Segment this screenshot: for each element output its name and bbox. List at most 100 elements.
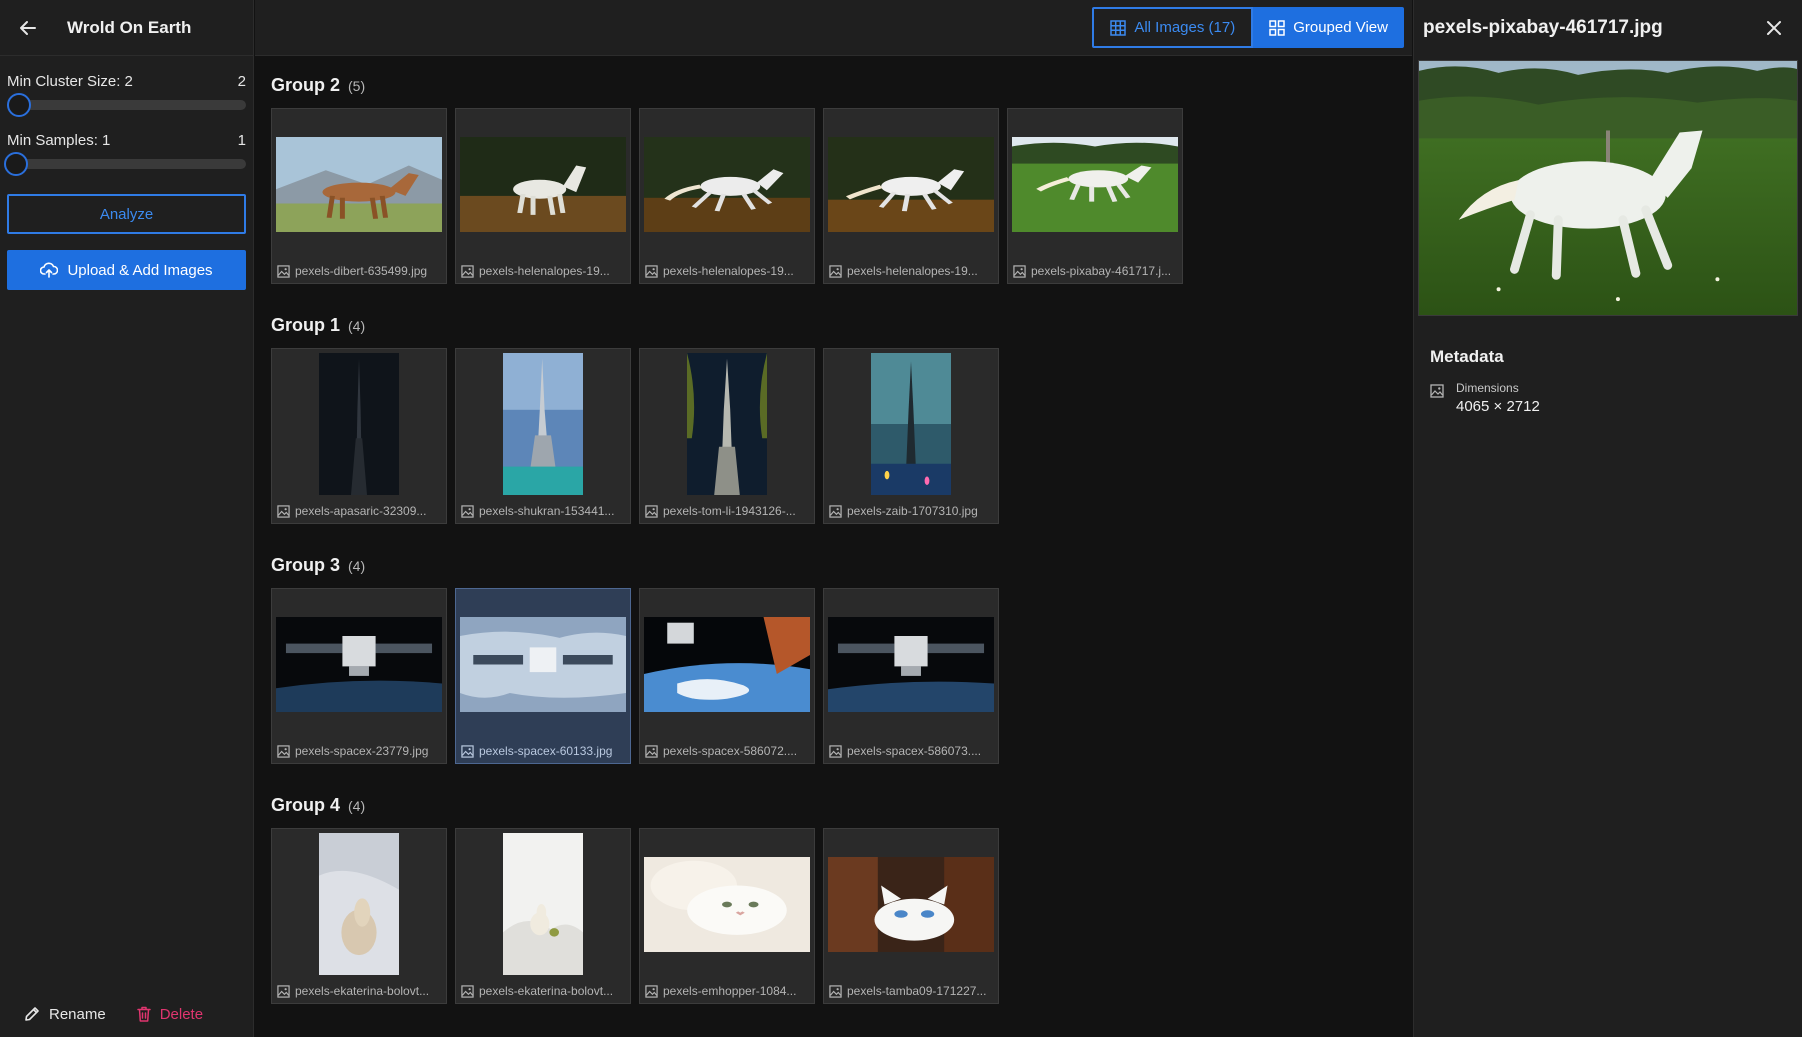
dimensions-label: Dimensions [1456, 381, 1519, 395]
image-group: Group 3 (4) pexels-spacex-23779.jpg pexel… [271, 555, 999, 764]
image-thumbnail [503, 353, 583, 495]
image-card[interactable]: pexels-helenalopes-19... [455, 108, 631, 284]
image-card[interactable]: pexels-spacex-23779.jpg [271, 588, 447, 764]
image-thumbnail-area [1012, 113, 1178, 255]
image-card[interactable]: pexels-emhopper-1084... [639, 828, 815, 1004]
image-thumbnail-area [460, 593, 626, 735]
sidebar-header: Wrold On Earth [0, 0, 253, 56]
image-card[interactable]: pexels-spacex-586073.... [823, 588, 999, 764]
group-title: Group 1 [271, 315, 341, 335]
metadata-heading: Metadata [1430, 347, 1504, 366]
image-card[interactable]: pexels-pixabay-461717.j... [1007, 108, 1183, 284]
min-cluster-size-thumb[interactable] [7, 93, 31, 117]
image-thumbnail [828, 136, 994, 232]
image-thumbnail [319, 353, 399, 495]
min-samples-value: 1 [237, 132, 246, 149]
back-button[interactable] [16, 16, 40, 40]
image-filename: pexels-dibert-635499.jpg [295, 264, 428, 278]
image-filename: pexels-tamba09-171227... [847, 984, 987, 998]
image-filename: pexels-shukran-153441... [479, 504, 615, 518]
close-button[interactable] [1762, 16, 1786, 40]
image-thumbnail-area [276, 113, 442, 255]
image-thumbnail [276, 136, 442, 232]
dimensions-value: 4065 × 2712 [1456, 398, 1540, 415]
min-cluster-size-slider[interactable] [7, 93, 246, 117]
image-filename: pexels-pixabay-461717.j... [1031, 264, 1172, 278]
group-image-cards: pexels-apasaric-32309... pexels-shukran-1… [271, 348, 999, 524]
image-filename: pexels-helenalopes-19... [479, 264, 610, 278]
analyze-button[interactable]: Analyze [7, 194, 246, 234]
image-card[interactable]: pexels-helenalopes-19... [823, 108, 999, 284]
min-cluster-size-label: Min Cluster Size: 2 [7, 73, 133, 90]
image-card[interactable]: pexels-zaib-1707310.jpg [823, 348, 999, 524]
image-card[interactable]: pexels-tamba09-171227... [823, 828, 999, 1004]
image-card[interactable]: pexels-shukran-153441... [455, 348, 631, 524]
group-image-cards: pexels-dibert-635499.jpg pexels-helenalop… [271, 108, 1183, 284]
pencil-icon [25, 1007, 39, 1021]
min-samples-control: Min Samples: 1 1 [0, 132, 253, 176]
image-card[interactable]: pexels-ekaterina-bolovt... [455, 828, 631, 1004]
image-filename: pexels-spacex-586072.... [663, 744, 798, 758]
image-card[interactable]: pexels-spacex-586072.... [639, 588, 815, 764]
image-thumbnail-area [828, 833, 994, 975]
image-caption: pexels-tamba09-171227... [829, 984, 994, 998]
group-image-cards: pexels-spacex-23779.jpg pexels-spacex-601… [271, 588, 999, 764]
image-card[interactable]: pexels-ekaterina-bolovt... [271, 828, 447, 1004]
group-title: Group 2 [271, 75, 341, 95]
image-icon [277, 264, 290, 278]
image-caption: pexels-pixabay-461717.j... [1013, 264, 1178, 278]
grouped-grid-icon [1269, 19, 1285, 36]
image-filename: pexels-ekaterina-bolovt... [479, 984, 614, 998]
min-samples-slider[interactable] [4, 152, 246, 176]
image-thumbnail [828, 856, 994, 952]
image-caption: pexels-zaib-1707310.jpg [829, 504, 994, 518]
image-card[interactable]: pexels-spacex-60133.jpg [455, 588, 631, 764]
min-cluster-size-value: 2 [237, 73, 246, 90]
group-count: (4) [348, 318, 366, 334]
image-caption: pexels-apasaric-32309... [277, 504, 442, 518]
image-caption: pexels-helenalopes-19... [645, 264, 810, 278]
upload-add-images-button[interactable]: Upload & Add Images [7, 250, 246, 290]
group-title: Group 3 [271, 555, 341, 575]
metadata-dimensions-row: Dimensions 4065 × 2712 [1430, 381, 1802, 415]
image-thumbnail [1012, 136, 1178, 232]
image-icon [277, 744, 290, 758]
image-icon [645, 744, 658, 758]
image-filename: pexels-apasaric-32309... [295, 504, 427, 518]
image-caption: pexels-tom-li-1943126-... [645, 504, 810, 518]
image-icon [277, 504, 290, 518]
grouped-images-area[interactable]: Group 2 (5) pexels-dibert-635499.jpg pexe… [255, 57, 1412, 1037]
image-thumbnail [687, 353, 767, 495]
image-thumbnail-area [644, 833, 810, 975]
all-images-button[interactable]: All Images (17) [1092, 7, 1254, 48]
rename-button[interactable]: Rename [23, 1005, 106, 1023]
image-icon [829, 984, 842, 998]
image-thumbnail [460, 136, 626, 232]
image-thumbnail [871, 353, 951, 495]
image-thumbnail-area [828, 113, 994, 255]
image-filename: pexels-spacex-586073.... [847, 744, 982, 758]
image-thumbnail-area [460, 353, 626, 495]
image-filename: pexels-emhopper-1084... [663, 984, 797, 998]
image-thumbnail [319, 833, 399, 975]
image-filename: pexels-tom-li-1943126-... [663, 504, 796, 518]
upload-add-images-label: Upload & Add Images [67, 261, 213, 279]
image-card[interactable]: pexels-tom-li-1943126-... [639, 348, 815, 524]
image-icon [829, 504, 842, 518]
delete-button[interactable]: Delete [136, 1005, 203, 1023]
image-group: Group 4 (4) pexels-ekaterina-bolovt... pe… [271, 795, 999, 1004]
arrow-left-icon [20, 20, 36, 35]
image-card[interactable]: pexels-dibert-635499.jpg [271, 108, 447, 284]
image-icon [1013, 264, 1026, 278]
image-thumbnail-area [276, 593, 442, 735]
grouped-view-button[interactable]: Grouped View [1253, 7, 1404, 48]
min-samples-thumb[interactable] [4, 152, 28, 176]
image-card[interactable]: pexels-apasaric-32309... [271, 348, 447, 524]
image-thumbnail [828, 616, 994, 712]
group-count: (4) [348, 558, 366, 574]
image-card[interactable]: pexels-helenalopes-19... [639, 108, 815, 284]
detail-filename: pexels-pixabay-461717.jpg [1423, 17, 1663, 38]
image-icon [461, 744, 474, 758]
close-icon [1767, 21, 1781, 35]
image-thumbnail [644, 616, 810, 712]
